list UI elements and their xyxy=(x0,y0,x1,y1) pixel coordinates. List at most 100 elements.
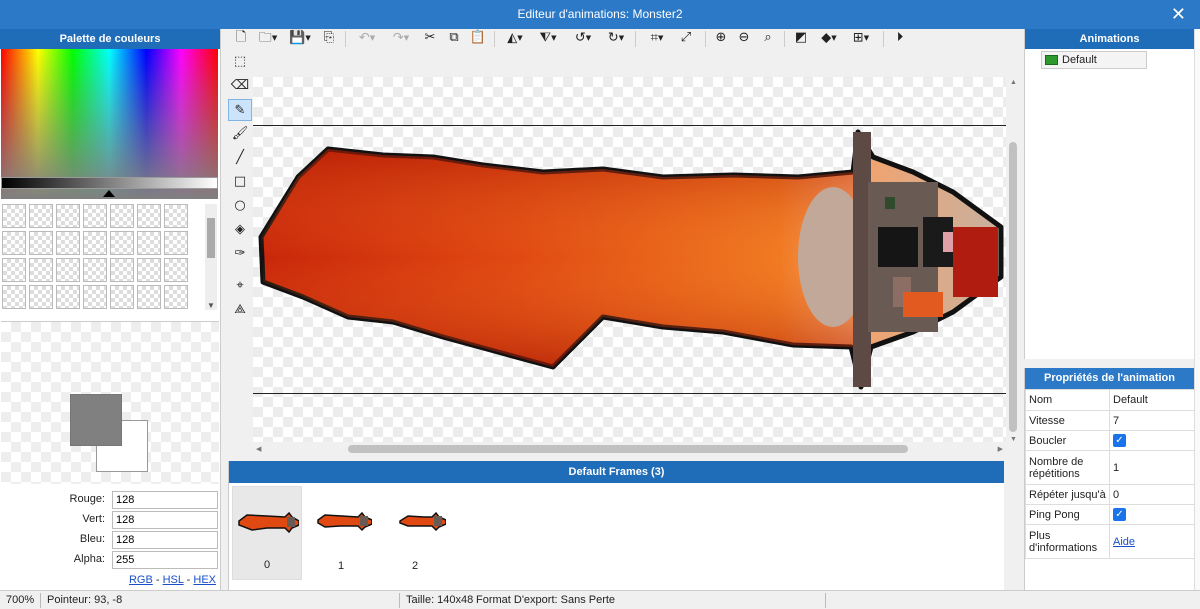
green-label: Vert: xyxy=(82,513,105,525)
color-swatch[interactable] xyxy=(83,231,107,255)
color-swatch[interactable] xyxy=(56,258,80,282)
color-swatch[interactable] xyxy=(110,231,134,255)
select-rect-icon[interactable]: ⬚ xyxy=(228,51,252,73)
color-swatch[interactable] xyxy=(29,285,53,309)
origin-point-icon[interactable]: ⌖ xyxy=(228,275,252,297)
frame-thumbnail[interactable]: 1 xyxy=(306,486,376,580)
red-input[interactable] xyxy=(112,491,218,509)
canvas-vertical-scrollbar[interactable]: ▲ ▼ xyxy=(1006,77,1020,445)
undo-icon[interactable]: ↶▼ xyxy=(354,29,380,47)
prop-repeat-until-value[interactable]: 0 xyxy=(1109,484,1195,505)
frames-title: Default Frames (3) xyxy=(229,461,1004,483)
color-swatch[interactable] xyxy=(56,231,80,255)
close-icon[interactable]: ✕ xyxy=(1171,0,1186,29)
rectangle-icon[interactable]: □ xyxy=(228,171,252,193)
prop-row-name: Nom Default xyxy=(1025,389,1195,411)
grayscale-bar[interactable] xyxy=(1,177,218,189)
new-file-icon[interactable]: 🗋 xyxy=(232,29,250,47)
line-icon[interactable]: ╱ xyxy=(228,147,252,169)
color-swatch[interactable] xyxy=(137,231,161,255)
flip-horizontal-icon[interactable]: ◭▼ xyxy=(502,29,528,47)
green-input[interactable] xyxy=(112,511,218,529)
ellipse-icon[interactable]: ○ xyxy=(228,195,252,217)
primary-color-box[interactable] xyxy=(70,394,122,446)
color-swatch[interactable] xyxy=(110,285,134,309)
grayscale-marker[interactable] xyxy=(103,190,115,197)
rotate-ccw-icon[interactable]: ↺▼ xyxy=(570,29,596,47)
grid-icon[interactable]: ⊞▼ xyxy=(848,29,874,47)
redo-icon[interactable]: ↷▼ xyxy=(388,29,414,47)
zoom-out-icon[interactable]: ⊖ xyxy=(735,29,753,47)
canvas-horizontal-scrollbar[interactable]: ◀ ▶ xyxy=(253,442,1006,456)
alpha-input[interactable] xyxy=(112,551,218,569)
onion-skin-icon[interactable]: ◩ xyxy=(792,29,810,47)
color-swatch[interactable] xyxy=(164,285,188,309)
color-swatch[interactable] xyxy=(137,285,161,309)
color-swatch[interactable] xyxy=(164,258,188,282)
zoom-level: 700% xyxy=(6,594,35,606)
frame-thumbnail[interactable]: 0 xyxy=(232,486,302,580)
color-swatch[interactable] xyxy=(2,204,26,228)
blue-input[interactable] xyxy=(112,531,218,549)
color-swatch[interactable] xyxy=(137,258,161,282)
color-swatch[interactable] xyxy=(83,285,107,309)
color-swatch[interactable] xyxy=(83,204,107,228)
zoom-in-icon[interactable]: ⊕ xyxy=(712,29,730,47)
brush-icon[interactable]: 🖌 xyxy=(228,123,252,145)
frame-thumbnail[interactable]: 2 xyxy=(380,486,450,580)
color-swatch[interactable] xyxy=(110,258,134,282)
layers-icon[interactable]: ◆▼ xyxy=(816,29,842,47)
help-link[interactable]: Aide xyxy=(1113,536,1135,548)
window-title: Editeur d'animations: Monster2 xyxy=(517,7,683,21)
color-swatch[interactable] xyxy=(29,204,53,228)
color-swatch[interactable] xyxy=(83,258,107,282)
swatch-scrollbar[interactable]: ▼ xyxy=(205,204,217,310)
flip-vertical-icon[interactable]: ⧨▼ xyxy=(535,29,561,47)
open-folder-icon[interactable]: 🗀▼ xyxy=(256,29,280,47)
resize-icon[interactable]: ⤢ xyxy=(677,29,695,47)
color-swatch[interactable] xyxy=(164,204,188,228)
cut-icon[interactable]: ✂ xyxy=(421,29,439,47)
animation-item-default[interactable]: Default xyxy=(1041,51,1147,69)
right-edge-scrollbar[interactable] xyxy=(1194,29,1200,590)
eyedropper-icon[interactable]: ✑ xyxy=(228,243,252,265)
play-icon[interactable]: ⏵ xyxy=(891,29,909,47)
color-swatch[interactable] xyxy=(56,204,80,228)
image-size: Taille: 140x48 xyxy=(406,594,474,606)
color-swatch[interactable] xyxy=(29,258,53,282)
paste-icon[interactable]: 📋 xyxy=(469,29,487,47)
color-swatch[interactable] xyxy=(2,231,26,255)
color-swatch[interactable] xyxy=(110,204,134,228)
red-row: Rouge: xyxy=(0,491,221,509)
copy-icon[interactable]: ⧉ xyxy=(445,29,463,47)
polygon-point-icon[interactable]: ⟁ xyxy=(228,299,252,321)
prop-repeat-count-value[interactable]: 1 xyxy=(1109,450,1195,485)
hex-link[interactable]: HEX xyxy=(193,574,216,586)
drawing-canvas[interactable] xyxy=(253,77,1006,442)
rotate-cw-icon[interactable]: ↻▼ xyxy=(603,29,629,47)
color-palette-panel: Palette de couleurs ▼ Rouge: Vert: Bleu:… xyxy=(0,29,221,590)
color-swatch[interactable] xyxy=(29,231,53,255)
prop-row-more-info: Plus d'informations Aide xyxy=(1025,524,1195,559)
fill-bucket-icon[interactable]: ◈ xyxy=(228,219,252,241)
loop-checkbox[interactable]: ✓ xyxy=(1113,434,1126,447)
prop-name-value[interactable]: Default xyxy=(1109,389,1195,411)
crop-icon[interactable]: ⌗▼ xyxy=(644,29,670,47)
pencil-icon[interactable]: ✎ xyxy=(228,99,252,121)
animation-item-label: Default xyxy=(1062,54,1097,66)
color-swatch[interactable] xyxy=(137,204,161,228)
mode-separator: - xyxy=(183,574,194,586)
hsl-link[interactable]: HSL xyxy=(163,574,184,586)
eraser-icon[interactable]: ⌫ xyxy=(228,75,252,97)
rgb-link[interactable]: RGB xyxy=(129,574,153,586)
color-swatch[interactable] xyxy=(164,231,188,255)
color-swatch[interactable] xyxy=(2,258,26,282)
export-format: Format D'export: Sans Perte xyxy=(476,594,616,606)
color-swatch[interactable] xyxy=(56,285,80,309)
prop-speed-value[interactable]: 7 xyxy=(1109,410,1195,431)
zoom-reset-icon[interactable]: ⌕ xyxy=(759,29,777,47)
ping-pong-checkbox[interactable]: ✓ xyxy=(1113,508,1126,521)
export-icon[interactable]: ⎘ xyxy=(320,29,338,47)
save-icon[interactable]: 💾▼ xyxy=(288,29,312,47)
color-swatch[interactable] xyxy=(2,285,26,309)
